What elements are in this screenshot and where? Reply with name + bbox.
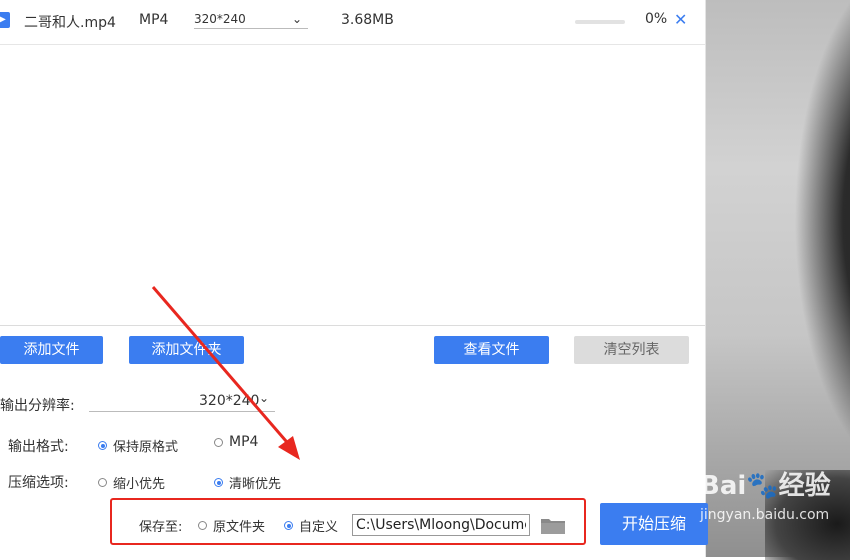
save-custom-text: 自定义 xyxy=(299,520,339,535)
output-resolution-value: 320*240 xyxy=(199,393,260,409)
baidu-watermark: Bai🐾经验 jingyan.baidu.com xyxy=(700,465,845,545)
format-label: 输出格式: xyxy=(8,439,69,455)
radio-unselected-icon xyxy=(198,521,207,530)
watermark-brand: Bai xyxy=(700,471,747,501)
file-list-area xyxy=(0,45,705,326)
file-format: MP4 xyxy=(139,12,169,28)
radio-selected-icon xyxy=(98,441,107,450)
file-name: 二哥和人.mp4 xyxy=(24,15,116,31)
save-custom-radio[interactable]: 自定义 xyxy=(284,516,338,535)
radio-unselected-icon xyxy=(98,478,107,487)
compress-clear-radio[interactable]: 清晰优先 xyxy=(214,473,281,492)
watermark-site: jingyan.baidu.com xyxy=(700,507,830,523)
save-label: 保存至: xyxy=(139,520,183,535)
compress-label: 压缩选项: xyxy=(8,475,69,491)
save-path-input[interactable] xyxy=(352,514,530,536)
progress-percent: 0% xyxy=(645,11,668,27)
format-keep-text: 保持原格式 xyxy=(113,440,179,455)
close-icon[interactable]: ✕ xyxy=(674,10,687,29)
chevron-down-icon: ⌄ xyxy=(291,12,302,26)
watermark-brand-cn: 经验 xyxy=(778,471,831,501)
format-mp4-text: MP4 xyxy=(229,434,259,450)
radio-selected-icon xyxy=(284,521,293,530)
resolution-label: 输出分辨率: xyxy=(0,398,75,414)
add-folder-button[interactable]: 添加文件夹 xyxy=(129,336,244,364)
format-mp4-radio[interactable]: MP4 xyxy=(214,434,258,450)
format-keep-radio[interactable]: 保持原格式 xyxy=(98,436,178,455)
folder-icon[interactable] xyxy=(541,517,565,534)
file-row[interactable]: ▶ 二哥和人.mp4 MP4 320*240 ⌄ 3.68MB 0% ✕ xyxy=(0,0,705,45)
compress-small-radio[interactable]: 缩小优先 xyxy=(98,473,165,492)
clear-list-button[interactable]: 清空列表 xyxy=(574,336,689,364)
add-file-button[interactable]: 添加文件 xyxy=(0,336,103,364)
start-compress-button[interactable]: 开始压缩 xyxy=(600,503,708,545)
watermark-logo: Bai🐾经验 xyxy=(700,471,831,501)
file-size: 3.68MB xyxy=(341,12,394,28)
view-file-button[interactable]: 查看文件 xyxy=(434,336,549,364)
radio-selected-icon xyxy=(214,478,223,487)
compress-small-text: 缩小优先 xyxy=(113,477,166,492)
save-original-text: 原文件夹 xyxy=(213,520,266,535)
save-original-radio[interactable]: 原文件夹 xyxy=(198,516,265,535)
video-file-icon: ▶ xyxy=(0,12,10,28)
compressor-window: ▶ 二哥和人.mp4 MP4 320*240 ⌄ 3.68MB 0% ✕ 添加文… xyxy=(0,0,706,557)
file-resolution-select[interactable]: 320*240 ⌄ xyxy=(194,10,308,29)
output-resolution-select[interactable]: 320*240 ⌄ xyxy=(89,391,275,412)
progress-bar xyxy=(575,20,625,24)
compress-clear-text: 清晰优先 xyxy=(229,477,282,492)
chevron-down-icon: ⌄ xyxy=(258,391,269,405)
radio-unselected-icon xyxy=(214,437,223,447)
file-resolution-value: 320*240 xyxy=(194,12,246,26)
